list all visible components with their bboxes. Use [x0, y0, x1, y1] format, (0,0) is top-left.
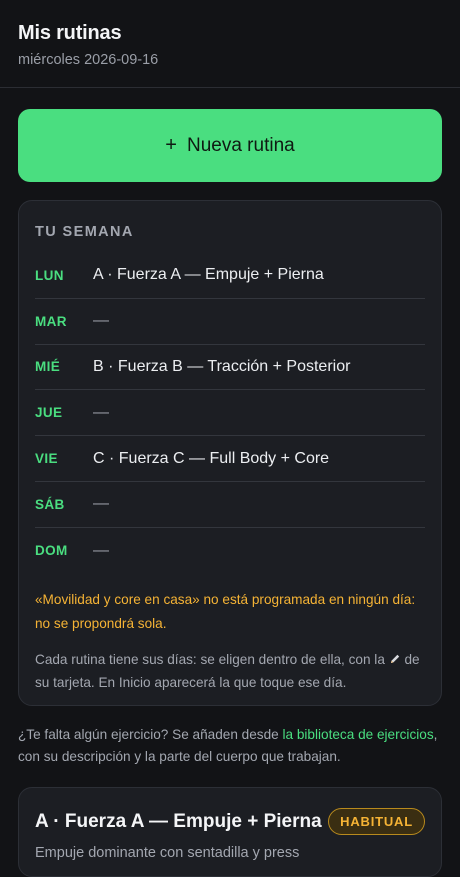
day-routine: B · Fuerza B — Tracción + Posterior — [93, 357, 351, 375]
day-routine: — — [93, 541, 109, 559]
page-title: Mis rutinas — [18, 22, 122, 44]
day-row-sab: SÁB — — [35, 482, 425, 528]
routine-description: Empuje dominante con sentadilla y press — [35, 845, 300, 861]
week-title: TU SEMANA — [35, 224, 134, 240]
day-row-dom: DOM — — [35, 528, 425, 574]
routine-card-header: A · Fuerza A — Empuje + Pierna HABITUAL — [35, 808, 425, 835]
pencil-icon — [390, 654, 399, 663]
day-label: VIE — [35, 451, 58, 467]
day-row-vie: VIE C · Fuerza C — Full Body + Core — [35, 436, 425, 482]
day-row-lun: LUN A · Fuerza A — Empuje + Pierna — [35, 253, 425, 299]
exercise-library-link[interactable]: la biblioteca de ejercicios — [283, 727, 434, 742]
routine-card[interactable]: A · Fuerza A — Empuje + Pierna HABITUAL … — [18, 787, 442, 877]
new-routine-button[interactable]: + Nueva rutina — [18, 109, 442, 182]
new-routine-label: Nueva rutina — [186, 134, 295, 156]
help-prefix: ¿Te falta algún ejercicio? Se añaden des… — [18, 727, 283, 742]
day-row-mie: MIÉ B · Fuerza B — Tracción + Posterior — [35, 345, 425, 391]
day-routine: C · Fuerza C — Full Body + Core — [93, 449, 330, 467]
day-routine: — — [93, 312, 109, 330]
routine-name: A · Fuerza A — Empuje + Pierna — [35, 810, 322, 832]
day-label: DOM — [35, 543, 68, 559]
day-routine: — — [93, 403, 109, 421]
day-label: SÁB — [35, 496, 65, 512]
unscheduled-warning: «Movilidad y core en casa» no está progr… — [35, 591, 416, 631]
week-day-list: LUN A · Fuerza A — Empuje + Pierna MAR —… — [35, 253, 425, 574]
exercise-library-hint: ¿Te falta algún ejercicio? Se añaden des… — [18, 724, 442, 768]
plus-icon: + — [165, 134, 177, 156]
day-routine: A · Fuerza A — Empuje + Pierna — [93, 266, 324, 284]
day-label: JUE — [35, 405, 63, 421]
app-header: Mis rutinas miércoles 2026-09-16 — [0, 0, 460, 88]
schedule-info: Cada rutina tiene sus días: se eligen de… — [35, 648, 425, 694]
day-routine: — — [93, 495, 109, 513]
week-schedule-card: TU SEMANA LUN A · Fuerza A — Empuje + Pi… — [18, 200, 442, 706]
day-row-jue: JUE — — [35, 390, 425, 437]
day-row-mar: MAR — — [35, 299, 425, 345]
day-label: MIÉ — [35, 359, 61, 375]
current-date: miércoles 2026-09-16 — [18, 52, 159, 68]
habitual-badge: HABITUAL — [328, 808, 425, 835]
day-label: LUN — [35, 267, 64, 283]
schedule-info-text-1: Cada rutina tiene sus días: se eligen de… — [35, 651, 385, 667]
day-label: MAR — [35, 313, 67, 329]
